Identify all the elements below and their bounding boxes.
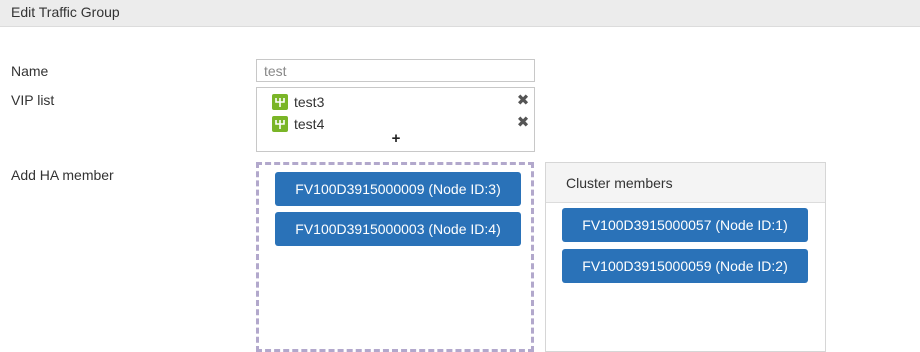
name-input[interactable] — [256, 59, 535, 82]
vip-list-label: VIP list — [11, 92, 55, 108]
cluster-members-panel[interactable]: Cluster members FV100D3915000057 (Node I… — [545, 162, 826, 352]
name-label: Name — [11, 63, 49, 79]
close-icon[interactable]: ✖ — [516, 93, 530, 109]
cluster-members-title: Cluster members — [566, 175, 673, 191]
available-members-dropzone[interactable]: FV100D3915000009 (Node ID:3) FV100D39150… — [256, 162, 534, 352]
vip-list-item: test3 ✖ — [272, 93, 532, 111]
dialog-header: Edit Traffic Group — [0, 0, 920, 27]
member-button[interactable]: FV100D3915000009 (Node ID:3) — [275, 172, 521, 206]
cluster-member-button[interactable]: FV100D3915000059 (Node ID:2) — [562, 249, 808, 283]
vip-list-item: test4 ✖ — [272, 115, 532, 133]
cluster-members-header: Cluster members — [546, 163, 825, 203]
vip-icon — [272, 94, 288, 110]
add-ha-member-label: Add HA member — [11, 167, 114, 183]
close-icon[interactable]: ✖ — [516, 115, 530, 131]
plus-icon[interactable]: + — [390, 131, 402, 146]
vip-list: test3 ✖ test4 ✖ + — [256, 87, 535, 152]
cluster-member-button[interactable]: FV100D3915000057 (Node ID:1) — [562, 208, 808, 242]
member-button[interactable]: FV100D3915000003 (Node ID:4) — [275, 212, 521, 246]
vip-item-label: test4 — [294, 116, 325, 132]
vip-icon — [272, 116, 288, 132]
dialog-title: Edit Traffic Group — [11, 4, 120, 20]
vip-item-label: test3 — [294, 94, 325, 110]
